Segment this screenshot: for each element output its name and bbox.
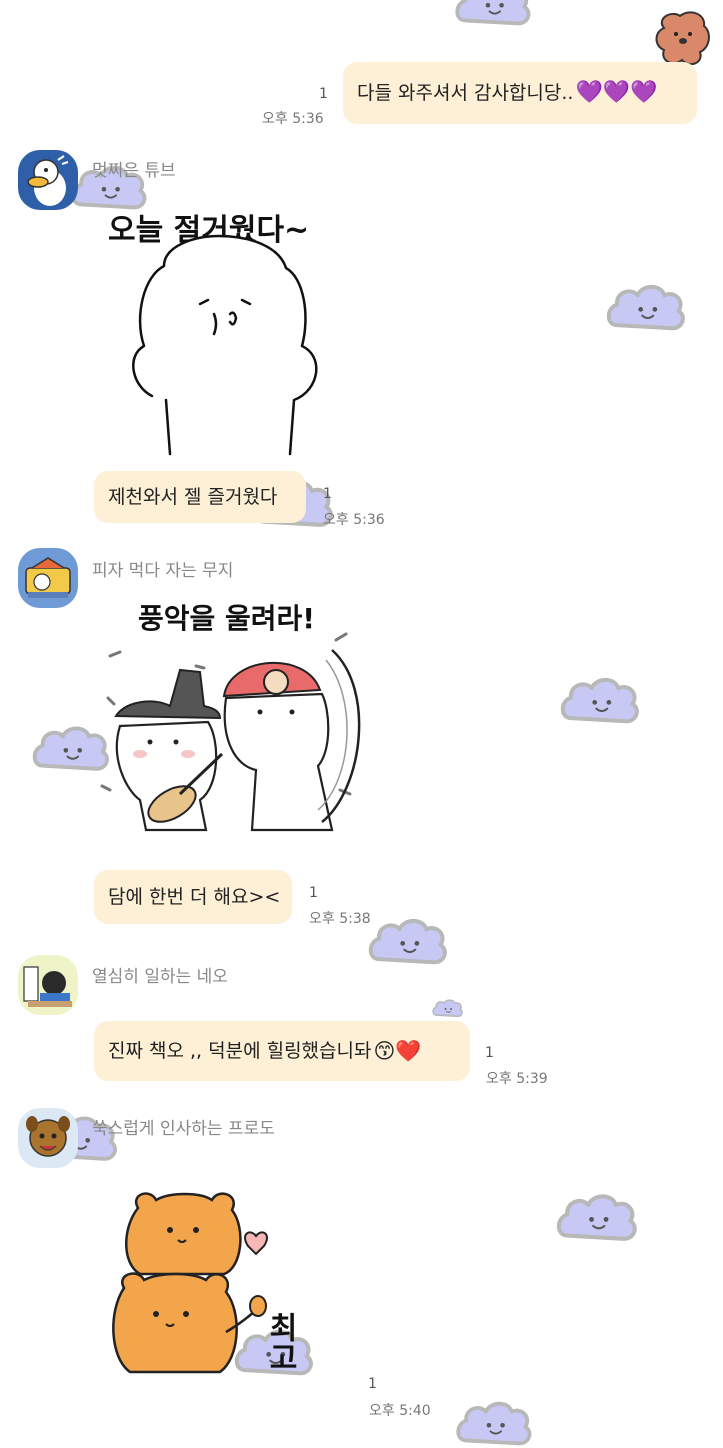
sender-name: 멋찌은 튜브	[92, 161, 176, 181]
neo-avatar-icon[interactable]	[18, 955, 78, 1015]
frodo-avatar-icon[interactable]	[18, 1108, 78, 1168]
message-bubble[interactable]: 진짜 책오 ,, 덕분에 힐링했습니돠 😙❤️	[94, 1021, 470, 1081]
cloud-sticker-icon	[455, 0, 531, 26]
message-text: 담에 한번 더 해요><	[108, 886, 281, 908]
cloud-sticker-icon	[560, 677, 639, 724]
sender-name: 쑥스럽게 인사하는 프로도	[92, 1119, 275, 1139]
white-blob-sticker: 오늘 절거웠다~	[108, 213, 318, 456]
sender-name: 열심히 일하는 네오	[92, 967, 228, 987]
purple-heart-emoji: 💜💜💜	[575, 80, 658, 105]
message-time: 오후 5:38	[309, 911, 371, 927]
message-time: 오후 5:36	[323, 512, 385, 528]
message-bubble[interactable]: 제천와서 젤 즐거웠다	[94, 471, 306, 523]
unread-count: 1	[319, 86, 328, 102]
message-time: 오후 5:39	[486, 1071, 548, 1087]
sticker-caption: 풍악을 울려라!	[138, 602, 315, 635]
tube-duck-avatar-icon[interactable]	[18, 150, 78, 210]
cloud-sticker-icon	[456, 1401, 532, 1446]
sender-name: 피자 먹다 자는 무지	[92, 561, 234, 581]
bears-sticker: 최고	[112, 1192, 298, 1374]
unread-count: 1	[368, 1376, 377, 1392]
message-bubble[interactable]: 다들 와주셔서 감사합니당.. 💜💜💜	[343, 62, 697, 124]
sticker-caption: 최고	[263, 1312, 298, 1372]
unread-count: 1	[485, 1045, 494, 1061]
cloud-sticker-icon	[368, 918, 447, 965]
unread-count: 1	[323, 486, 332, 502]
unread-count: 1	[309, 885, 318, 901]
muzi-avatar-icon[interactable]	[18, 548, 78, 608]
cloud-sticker-icon	[606, 284, 685, 331]
message-text: 다들 와주셔서 감사합니당..	[357, 82, 574, 104]
message-time: 오후 5:40	[369, 1403, 431, 1419]
message-text: 진짜 책오 ,, 덕분에 힐링했습니돠	[108, 1040, 372, 1062]
brown-dog-sticker-icon	[655, 11, 710, 66]
message-bubble[interactable]: 담에 한번 더 해요><	[94, 870, 292, 924]
cloud-sticker-icon	[556, 1186, 640, 1248]
kiss-heart-emoji: 😙❤️	[373, 1039, 422, 1063]
message-text: 제천와서 젤 즐거웠다	[108, 486, 278, 508]
musicians-sticker: 풍악을 울려라!	[100, 602, 361, 832]
message-time: 오후 5:36	[262, 111, 324, 127]
cloud-sticker-icon	[432, 999, 463, 1018]
